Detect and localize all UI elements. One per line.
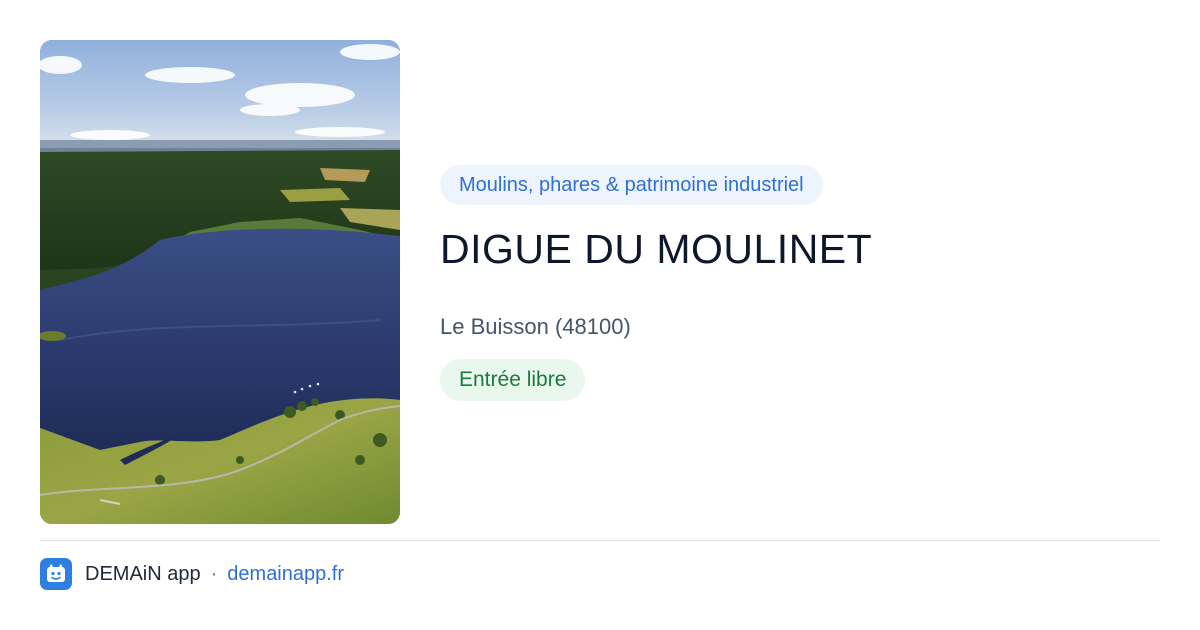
place-title: DIGUE DU MOULINET: [440, 226, 873, 272]
demain-app-logo-icon: [40, 558, 72, 590]
category-chip[interactable]: Moulins, phares & patrimoine industriel: [440, 165, 823, 205]
place-location: Le Buisson (48100): [440, 314, 631, 339]
app-name: DEMAiN app: [85, 562, 201, 585]
app-website-link[interactable]: demainapp.fr: [227, 563, 344, 586]
lake-aerial-illustration: [40, 40, 400, 524]
footer-divider: [40, 540, 1160, 541]
footer-separator: ·: [210, 562, 218, 585]
place-photo: [40, 40, 400, 524]
access-badge: Entrée libre: [440, 359, 586, 401]
footer: DEMAiN app · demainapp.fr: [40, 558, 344, 590]
place-info: Moulins, phares & patrimoine industriel …: [440, 165, 1160, 401]
